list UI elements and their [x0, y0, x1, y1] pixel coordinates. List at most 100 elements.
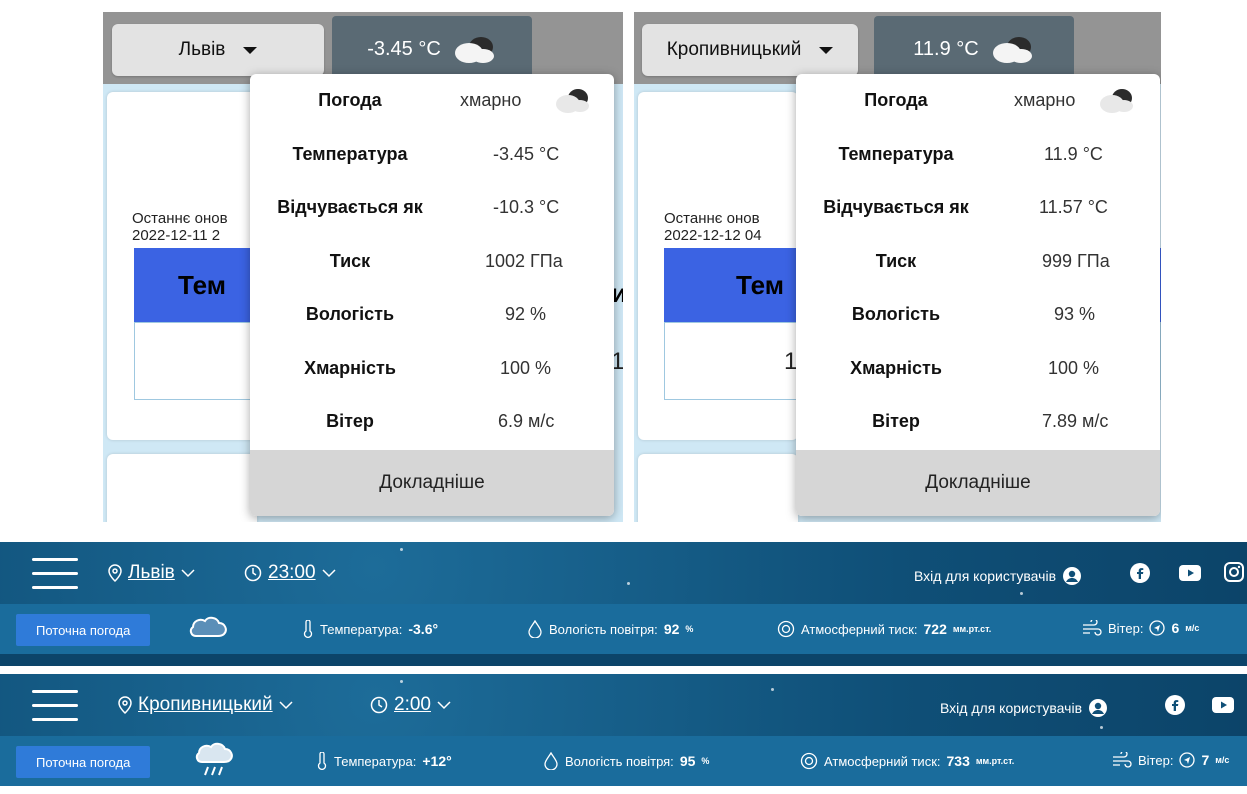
site-nav: Львів 23:00 Вхід для користувачів — [0, 542, 1247, 604]
login-label: Вхід для користувачів — [914, 568, 1057, 584]
weather-widget-kropyvnytskyi: Кропивницький 11.9 °C Останнє онов 2022-… — [634, 12, 1161, 522]
temperature-chip[interactable]: 11.9 °C — [874, 16, 1074, 82]
metric-wind-unit: м/с — [1215, 755, 1230, 765]
popup-row-temperature: Температура 11.9 °C — [796, 128, 1160, 182]
current-weather-bar: Поточна погода Температура: +12° Вологіс… — [0, 736, 1247, 786]
metric-temperature: Температура: -3.6° — [302, 620, 438, 638]
metric-wind-label: Вітер: — [1108, 620, 1144, 636]
time-selector[interactable]: 23:00 — [244, 562, 336, 584]
popup-row-label: Відчувається як — [823, 197, 969, 218]
popup-row-humidity: Вологість 93 % — [796, 288, 1160, 342]
popup-rows: Погода хмарно Температура -3.45 °C Відчу… — [250, 74, 614, 450]
chevron-down-icon — [181, 569, 195, 578]
popup-row-label: Відчувається як — [277, 197, 423, 218]
metric-temperature: Температура: +12° — [316, 752, 452, 770]
popup-row-value: 999 ГПа — [1042, 250, 1110, 271]
current-weather-button[interactable]: Поточна погода — [16, 614, 151, 646]
star-decoration — [400, 548, 403, 551]
facebook-icon[interactable] — [1130, 563, 1150, 583]
metric-pressure: Атмосферний тиск: 722 мм.рт.ст. — [777, 620, 991, 638]
youtube-icon[interactable] — [1179, 565, 1201, 581]
location-pin-icon — [108, 564, 122, 582]
city-dropdown[interactable]: Львів — [112, 24, 324, 76]
cloud-icon — [189, 616, 227, 637]
more-details-button[interactable]: Докладніше — [796, 450, 1160, 516]
last-updated-text: Останнє онов 2022-12-12 04 — [664, 210, 762, 244]
metric-wind-value: 7 — [1201, 752, 1210, 768]
popup-row-weather: Погода хмарно — [250, 74, 614, 128]
popup-row-wind: Вітер 6.9 м/с — [250, 395, 614, 449]
user-icon — [1063, 567, 1082, 585]
thermometer-icon — [303, 620, 313, 638]
popup-row-pressure: Тиск 1002 ГПа — [250, 235, 614, 289]
background-card-lower — [638, 454, 798, 522]
location-pin-icon — [118, 696, 132, 714]
clock-icon — [370, 696, 388, 714]
wind-icon — [1113, 752, 1132, 768]
metric-temperature-value: -3.6° — [408, 621, 439, 637]
metric-pressure-value: 722 — [923, 621, 947, 637]
chevron-down-icon — [437, 701, 451, 710]
wind-icon — [1083, 620, 1102, 636]
temperature-chip-value: -3.45 °C — [367, 37, 441, 60]
popup-row-humidity: Вологість 92 % — [250, 288, 614, 342]
popup-rows: Погода хмарно Температура 11.9 °C Відчув… — [796, 74, 1160, 450]
popup-row-temperature: Температура -3.45 °C — [250, 128, 614, 182]
metric-temperature-label: Температура: — [334, 753, 417, 769]
current-weather-button[interactable]: Поточна погода — [16, 746, 151, 778]
time-selector[interactable]: 2:00 — [370, 694, 451, 716]
chevron-down-icon — [279, 701, 293, 710]
popup-row-value: 92 % — [505, 304, 547, 325]
metric-pressure-label: Атмосферний тиск: — [801, 621, 918, 637]
popup-row-label: Вологість — [851, 304, 941, 325]
popup-row-pressure: Тиск 999 ГПа — [796, 235, 1160, 289]
last-updated-text: Останнє онов 2022-12-11 2 — [132, 210, 228, 244]
wind-direction-icon — [1149, 620, 1166, 636]
menu-icon[interactable] — [32, 690, 78, 732]
metric-wind-unit: м/с — [1185, 623, 1200, 633]
login-link[interactable]: Вхід для користувачів — [940, 698, 1108, 718]
metric-humidity: Вологість повітря: 95 % — [543, 752, 709, 770]
popup-row-value: -10.3 °C — [493, 197, 560, 218]
popup-row-weather: Погода хмарно — [796, 74, 1160, 128]
temperature-chip[interactable]: -3.45 °C — [332, 16, 532, 82]
site-nav: Кропивницький 2:00 Вхід для користувачів — [0, 674, 1247, 736]
rain-cloud-icon — [195, 742, 233, 776]
caret-down-icon — [243, 46, 258, 54]
strip-bottom-edge — [0, 654, 1247, 666]
city-selector[interactable]: Кропивницький — [118, 694, 293, 716]
popup-row-label: Вітер — [872, 411, 920, 432]
city-selector-label: Кропивницький — [138, 694, 273, 715]
popup-row-label: Хмарність — [304, 357, 396, 378]
menu-icon[interactable] — [32, 558, 78, 600]
login-link[interactable]: Вхід для користувачів — [914, 566, 1082, 586]
site-header-lviv: Львів 23:00 Вхід для користувачів Поточн… — [0, 542, 1247, 666]
instagram-icon[interactable] — [1224, 562, 1244, 582]
youtube-icon[interactable] — [1212, 697, 1234, 713]
wind-direction-icon — [1179, 752, 1196, 768]
temperature-chip-value: 11.9 °C — [913, 37, 979, 60]
metric-humidity-value: 92 — [663, 621, 680, 637]
last-updated-date: 2022-12-11 2 — [132, 227, 221, 244]
popup-row-value: 93 % — [1054, 304, 1096, 325]
gauge-icon — [777, 620, 795, 638]
cloud-icon — [556, 89, 589, 113]
city-dropdown[interactable]: Кропивницький — [642, 24, 858, 76]
weather-widget-lviv: Львів -3.45 °C Останнє онов 2022-12-11 2… — [103, 12, 623, 522]
metric-pressure-label: Атмосферний тиск: — [824, 753, 941, 769]
star-decoration — [400, 680, 403, 683]
weather-details-popup: Погода хмарно Температура -3.45 °C Відчу… — [250, 74, 614, 516]
table-header-label: Тем — [178, 269, 226, 300]
popup-row-label: Погода — [864, 90, 928, 111]
popup-row-wind: Вітер 7.89 м/с — [796, 395, 1160, 449]
weather-details-popup: Погода хмарно Температура 11.9 °C Відчув… — [796, 74, 1160, 516]
metric-humidity-unit: % — [701, 756, 710, 766]
droplet-icon — [528, 620, 542, 638]
metric-humidity-value: 95 — [679, 753, 696, 769]
more-details-button[interactable]: Докладніше — [250, 450, 614, 516]
facebook-icon[interactable] — [1165, 695, 1185, 715]
metric-humidity-label: Вологість повітря: — [549, 621, 658, 637]
star-decoration — [1100, 726, 1103, 729]
city-selector[interactable]: Львів — [108, 562, 195, 584]
metric-pressure: Атмосферний тиск: 733 мм.рт.ст. — [800, 752, 1014, 770]
